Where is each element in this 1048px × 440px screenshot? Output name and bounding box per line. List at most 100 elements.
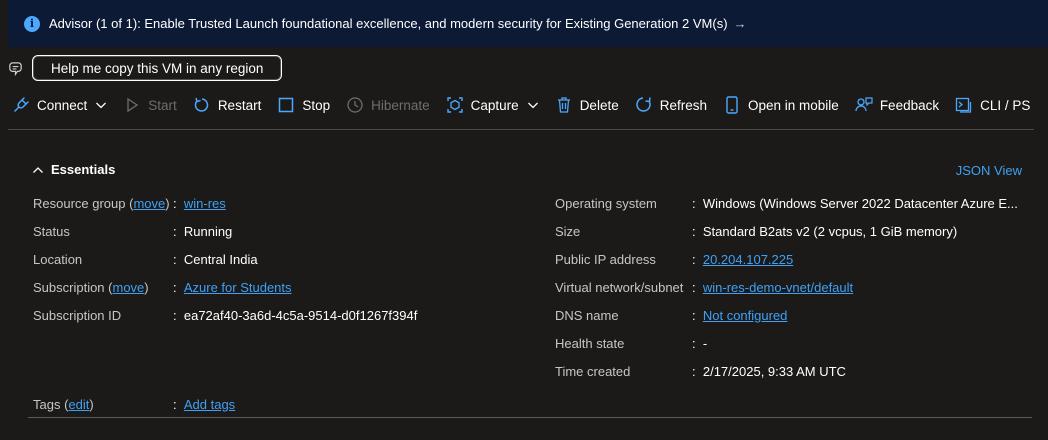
delete-button[interactable]: Delete [555,96,619,114]
open-in-mobile-button[interactable]: Open in mobile [723,96,839,114]
status-value-row: : Running [173,223,233,239]
chevron-up-icon [33,166,43,173]
os-label-row: Operating system [555,195,657,211]
dns-value-row: : Not configured [692,307,788,323]
tags-value-row: : Add tags [173,396,236,412]
resource-group-label-row: Resource group (move) [33,195,170,211]
start-button[interactable]: Start [123,96,177,114]
vnet-label: Virtual network/subnet [555,279,684,295]
play-icon [123,96,141,114]
time-created-label-row: Time created [555,363,630,379]
connect-button[interactable]: Connect [12,96,107,114]
essentials-title: Essentials [51,162,116,177]
stop-label: Stop [302,97,331,113]
dns-link[interactable]: Not configured [703,308,788,323]
subscription-label: Subscription [33,279,105,295]
resource-group-label: Resource group [33,195,126,211]
status-value: Running [183,223,233,239]
subscription-id-label: Subscription ID [33,307,122,323]
feedback-icon [855,96,873,114]
chevron-down-icon [96,102,107,109]
vnet-link[interactable]: win-res-demo-vnet/default [703,280,853,295]
subscription-value-link[interactable]: Azure for Students [184,280,292,295]
time-created-label: Time created [555,363,631,379]
hibernate-icon [346,96,364,114]
cli-icon [955,96,973,114]
health-value-row: : - [692,335,708,351]
location-label-row: Location [33,251,82,267]
essentials-toggle[interactable]: Essentials [32,162,115,177]
restart-button[interactable]: Restart [193,96,262,114]
subscription-id-label-row: Subscription ID [33,307,121,323]
size-label-row: Size [555,223,580,239]
tags-edit-link[interactable]: edit [68,397,89,412]
tags-label-row: Tags (edit) [33,396,94,412]
info-icon: i [24,15,40,32]
advisor-banner[interactable]: i Advisor (1 of 1): Enable Trusted Launc… [8,0,1048,47]
resource-group-move-link[interactable]: move [133,196,165,211]
restart-label: Restart [217,97,262,113]
restart-icon [193,96,211,114]
subscription-id-value: ea72af40-3a6d-4c5a-9514-d0f1267f394f [183,307,418,323]
resource-group-value-row: : win-res [173,195,226,211]
copilot-copy-vm-button[interactable]: Help me copy this VM in any region [32,55,283,81]
subscription-move-link[interactable]: move [113,280,145,295]
location-label: Location [33,251,83,267]
refresh-button[interactable]: Refresh [635,96,707,114]
capture-button[interactable]: Capture [446,96,539,114]
arrow-right-icon[interactable]: → [734,16,747,31]
status-label-row: Status [33,223,70,239]
vnet-label-row: Virtual network/subnet [555,279,683,295]
vnet-value-row: : win-res-demo-vnet/default [692,279,854,295]
os-value-row: : Windows (Windows Server 2022 Datacente… [692,195,1018,211]
public-ip-label-row: Public IP address [555,251,656,267]
command-bar: Connect Start Restart Stop Hibernate Cap… [12,92,1046,118]
mobile-phone-icon [723,96,741,114]
time-created-value: 2/17/2025, 9:33 AM UTC [702,363,846,379]
health-value: - [702,335,708,351]
status-label: Status [33,223,70,239]
size-value: Standard B2ats v2 (2 vcpus, 1 GiB memory… [702,223,958,239]
cli-ps-label: CLI / PS [980,97,1031,113]
stop-icon [277,96,295,114]
start-label: Start [148,97,177,113]
copilot-suggestion-row: Help me copy this VM in any region [7,55,283,81]
tags-label: Tags [33,396,61,412]
dns-label-row: DNS name [555,307,619,323]
feedback-label: Feedback [879,97,940,113]
plug-icon [12,96,30,114]
delete-label: Delete [579,97,619,113]
subscription-value-row: : Azure for Students [173,279,292,295]
public-ip-link[interactable]: 20.204.107.225 [703,252,793,267]
capture-icon [446,96,464,114]
copilot-button-label: Help me copy this VM in any region [51,60,264,76]
chevron-down-icon [527,102,538,109]
capture-label: Capture [470,97,519,113]
add-tags-link[interactable]: Add tags [184,397,235,412]
public-ip-label: Public IP address [555,251,656,267]
trash-icon [555,96,573,114]
json-view-link[interactable]: JSON View [956,163,1022,178]
toolbar-divider [8,129,1034,130]
health-label: Health state [555,335,625,351]
hibernate-button[interactable]: Hibernate [346,96,430,114]
location-value: Central India [183,251,258,267]
essentials-bottom-divider [28,417,1032,418]
resource-group-value-link[interactable]: win-res [184,196,226,211]
subscription-id-value-row: : ea72af40-3a6d-4c5a-9514-d0f1267f394f [173,307,418,323]
stop-button[interactable]: Stop [277,96,330,114]
hibernate-label: Hibernate [371,97,430,113]
os-label: Operating system [555,195,657,211]
feedback-button[interactable]: Feedback [855,96,939,114]
cli-ps-button[interactable]: CLI / PS [955,96,1030,114]
size-value-row: : Standard B2ats v2 (2 vcpus, 1 GiB memo… [692,223,958,239]
location-value-row: : Central India [173,251,258,267]
open-in-mobile-label: Open in mobile [748,97,839,113]
advisor-text[interactable]: Advisor (1 of 1): Enable Trusted Launch … [49,16,728,31]
time-created-value-row: : 2/17/2025, 9:33 AM UTC [692,363,846,379]
connect-label: Connect [37,97,88,113]
refresh-icon [635,96,653,114]
subscription-label-row: Subscription (move) [33,279,149,295]
dns-label: DNS name [555,307,619,323]
refresh-label: Refresh [659,97,707,113]
